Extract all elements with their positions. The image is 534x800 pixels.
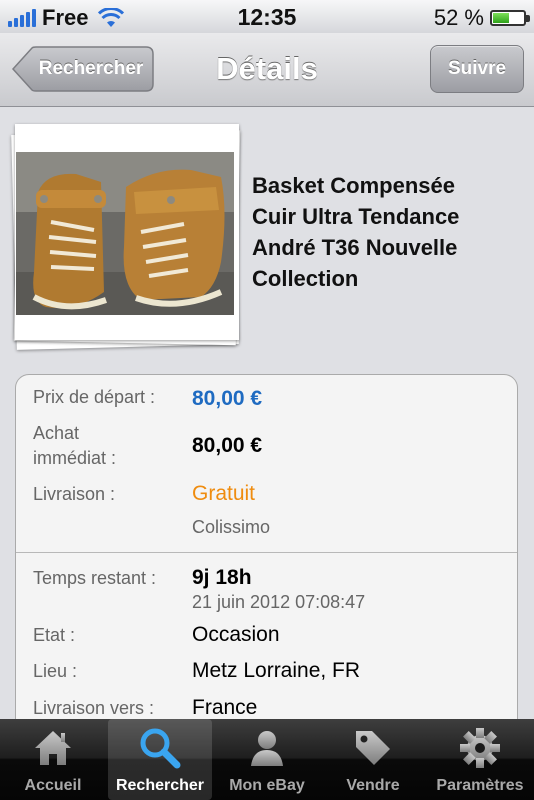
buy-now-value: 80,00 €	[192, 434, 263, 457]
tab-label: Vendre	[346, 777, 400, 794]
tab-label: Rechercher	[115, 777, 205, 794]
item-title-line: Collection	[252, 266, 359, 291]
item-photo[interactable]	[11, 122, 247, 352]
end-date: 21 juin 2012 07:08:47	[192, 592, 366, 612]
navigation-bar: Rechercher Détails Suivre	[0, 33, 534, 107]
status-right: 52 %	[433, 5, 530, 31]
shipping-method: Colissimo	[192, 517, 271, 537]
tab-accueil[interactable]: Accueil	[2, 719, 104, 800]
buy-now-label-line: Achat	[33, 423, 80, 443]
gear-icon	[460, 728, 500, 768]
tab-rechercher[interactable]: Rechercher	[108, 719, 212, 800]
ships-to-label: Livraison vers :	[33, 698, 155, 718]
tab-label: Mon eBay	[229, 777, 305, 794]
tab-mon-ebay[interactable]: Mon eBay	[216, 719, 318, 800]
time-left-value: 9j 18h	[192, 566, 252, 589]
home-icon	[35, 731, 71, 765]
item-title-line: Basket Compensée	[252, 173, 455, 198]
shipping-value: Gratuit	[192, 482, 256, 505]
time-left-label: Temps restant :	[33, 568, 157, 588]
battery-percent: 52 %	[433, 5, 484, 30]
tab-vendre[interactable]: Vendre	[322, 719, 424, 800]
person-icon	[251, 731, 283, 766]
item-title-line: André T36 Nouvelle	[252, 235, 458, 260]
condition-label: Etat :	[33, 625, 76, 645]
start-price-label: Prix de départ :	[33, 387, 156, 407]
start-price-value: 80,00 €	[192, 387, 263, 410]
tag-icon	[356, 731, 390, 765]
item-title-line: Cuir Ultra Tendance	[252, 204, 460, 229]
buy-now-label-line: immédiat :	[33, 448, 117, 468]
buy-now-label: Achat immédiat :	[33, 421, 116, 471]
battery-icon	[490, 10, 530, 26]
location-value: Metz Lorraine, FR	[192, 659, 361, 682]
status-bar: Free 12:35 52 %	[0, 0, 534, 33]
search-icon	[140, 728, 181, 769]
shipping-label: Livraison :	[33, 484, 116, 504]
follow-button[interactable]: Suivre	[430, 45, 524, 93]
tab-label: Paramètres	[436, 777, 524, 794]
sneaker-photo	[16, 152, 234, 315]
ships-to-value: France	[192, 696, 258, 719]
details-card: Prix de départ : 80,00 € Achat immédiat …	[15, 374, 518, 719]
tab-parametres[interactable]: Paramètres	[428, 719, 532, 800]
content-area[interactable]: Basket Compensée Cuir Ultra Tendance And…	[0, 107, 534, 719]
tab-bar: Accueil Rechercher Mon eBay Vendre Param…	[0, 719, 534, 800]
condition-value: Occasion	[192, 623, 280, 646]
tab-label: Accueil	[24, 777, 82, 794]
divider	[16, 552, 517, 553]
location-label: Lieu :	[33, 661, 78, 681]
item-title: Basket Compensée Cuir Ultra Tendance And…	[252, 170, 522, 294]
